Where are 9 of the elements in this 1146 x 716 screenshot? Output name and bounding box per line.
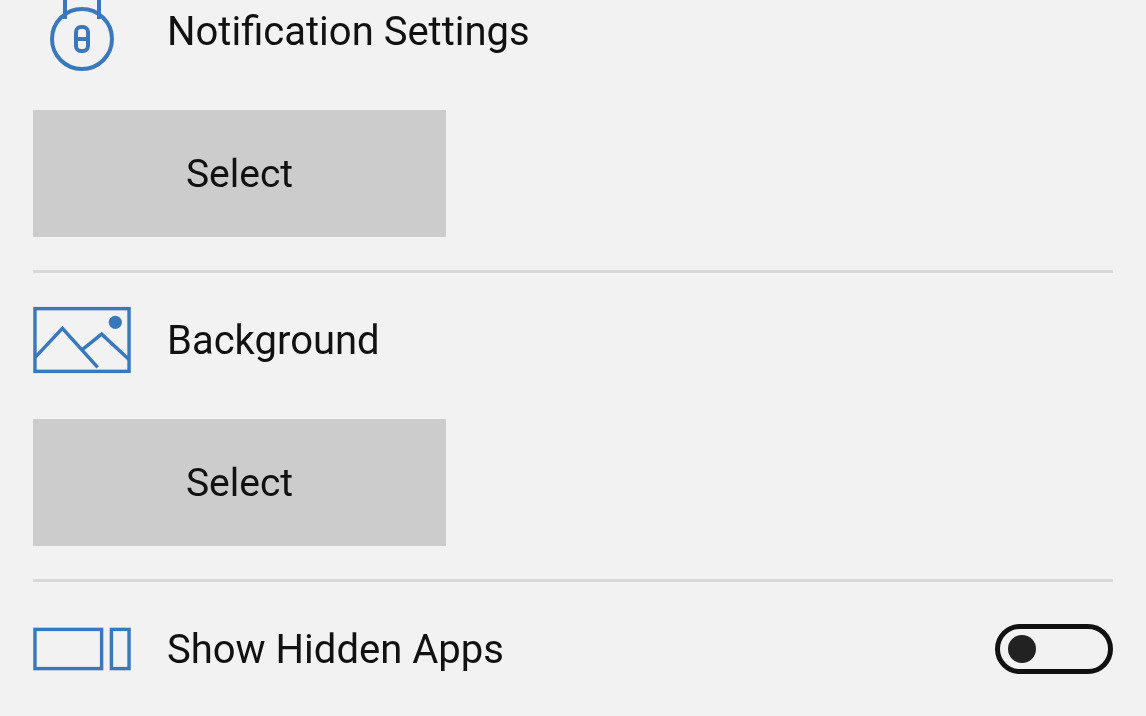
image-icon bbox=[33, 306, 131, 374]
lock-icon bbox=[47, 0, 117, 71]
setting-label: Show Hidden Apps bbox=[167, 625, 504, 673]
setting-label: Notification Settings bbox=[167, 7, 530, 55]
windows-icon bbox=[33, 627, 131, 671]
select-button[interactable]: Select bbox=[33, 419, 446, 546]
setting-label: Background bbox=[167, 316, 380, 364]
toggle-switch[interactable] bbox=[995, 624, 1113, 674]
select-button[interactable]: Select bbox=[33, 110, 446, 237]
